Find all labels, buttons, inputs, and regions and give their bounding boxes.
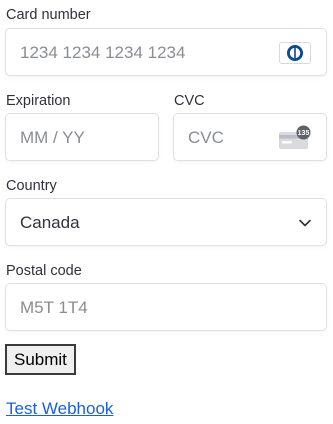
postal-code-field[interactable]: M5T 1T4 xyxy=(5,283,327,331)
postal-code-label: Postal code xyxy=(6,263,82,279)
expiration-label: Expiration xyxy=(6,93,71,109)
cvc-label: CVC xyxy=(174,93,205,109)
diners-club-card-icon xyxy=(279,42,311,64)
country-selected-value: Canada xyxy=(20,213,80,232)
expiration-placeholder: MM / YY xyxy=(20,128,85,147)
cvc-field[interactable]: CVC 135 xyxy=(173,113,327,161)
chevron-down-icon xyxy=(298,216,312,230)
card-number-label: Card number xyxy=(6,7,91,23)
expiration-field[interactable]: MM / YY xyxy=(5,113,159,161)
country-select[interactable]: Canada xyxy=(5,198,327,246)
card-number-field[interactable]: 1234 1234 1234 1234 xyxy=(5,28,327,76)
cvc-placeholder: CVC xyxy=(188,128,224,147)
cvc-badge-text: 135 xyxy=(298,130,310,137)
test-webhook-link[interactable]: Test Webhook xyxy=(6,399,113,419)
postal-code-placeholder: M5T 1T4 xyxy=(20,298,88,317)
card-number-placeholder: 1234 1234 1234 1234 xyxy=(20,43,186,62)
submit-button[interactable]: Submit xyxy=(5,344,76,375)
country-label: Country xyxy=(6,178,57,194)
cvc-card-icon: 135 xyxy=(278,125,312,151)
